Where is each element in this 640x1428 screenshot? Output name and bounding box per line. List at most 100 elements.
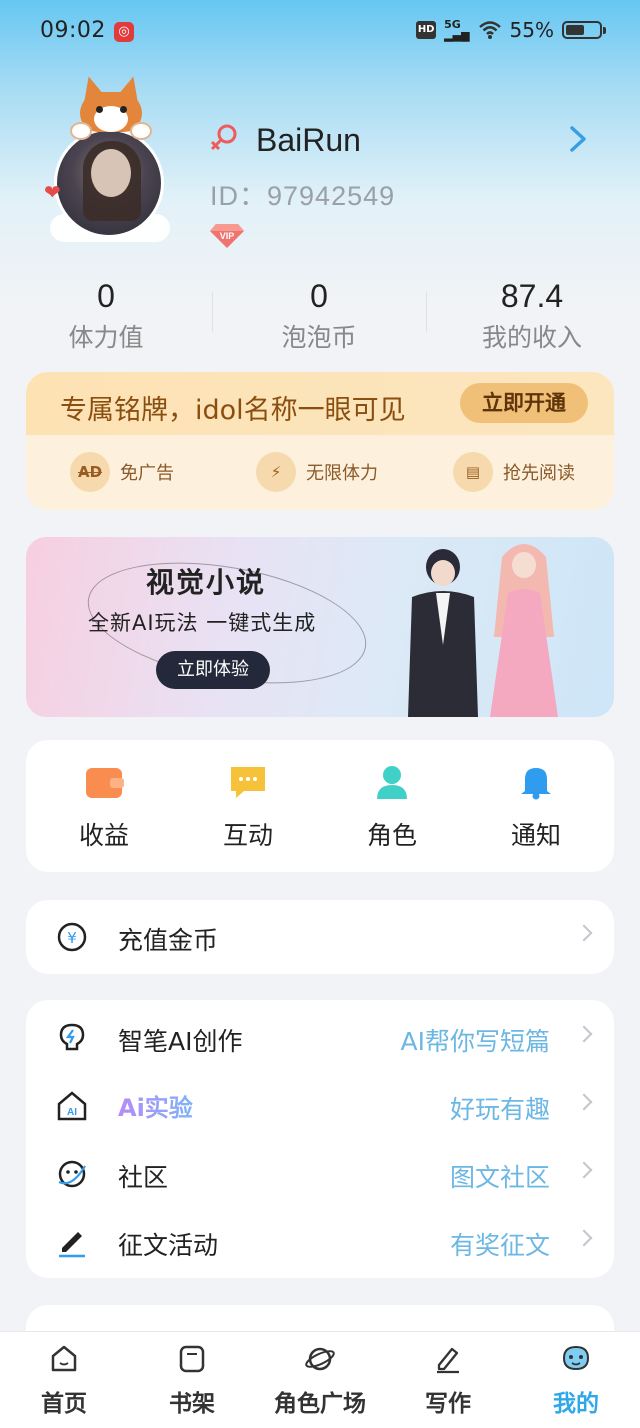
planet-icon xyxy=(305,1347,335,1371)
chevron-right-icon xyxy=(575,1229,593,1247)
lightbulb-icon xyxy=(59,1023,85,1051)
activate-membership-button[interactable]: 立即开通 xyxy=(460,383,588,423)
bottom-tab-bar: 首页 书架 角色广场 写作 我的 xyxy=(0,1331,640,1428)
network-type: 5G xyxy=(444,18,461,31)
stat-label: 体力值 xyxy=(68,323,144,352)
promo-subtitle: 全新AI玩法 一键式生成 xyxy=(88,611,317,635)
svg-text:¥: ¥ xyxy=(67,929,77,947)
perk-label: 无限体力 xyxy=(306,463,378,484)
tab-me[interactable]: 我的 xyxy=(512,1344,640,1418)
planet-icon xyxy=(58,1160,86,1188)
recharge-row[interactable]: ¥ 充值金币 xyxy=(26,903,614,971)
corgi-frame-icon xyxy=(70,73,152,140)
tab-label: 我的 xyxy=(553,1391,599,1417)
recharge-card: ¥ 充值金币 xyxy=(26,900,614,974)
menu-label: 智笔AI创作 xyxy=(118,1027,243,1056)
male-character-illustration xyxy=(408,549,478,717)
perk-label: 抢先阅读 xyxy=(503,463,575,484)
chevron-right-icon xyxy=(575,1093,593,1111)
perk-unlimited-stamina[interactable]: ⚡ 无限体力 xyxy=(256,452,378,492)
menu-item-ai-lab[interactable]: AI Ai实验 好玩有趣 xyxy=(26,1072,614,1140)
quick-label: 角色 xyxy=(366,821,417,850)
menu-hint: 好玩有趣 xyxy=(449,1095,550,1124)
female-gender-icon xyxy=(210,124,237,151)
battery-icon xyxy=(562,21,606,39)
menu-hint: AI帮你写短篇 xyxy=(400,1027,550,1056)
ai-house-icon: AI xyxy=(57,1091,87,1121)
menu-label: 征文活动 xyxy=(118,1231,219,1260)
chat-icon xyxy=(231,767,265,798)
perk-label: 免广告 xyxy=(120,463,174,484)
me-icon xyxy=(562,1345,590,1371)
quick-action-earnings[interactable]: 收益 xyxy=(44,764,164,852)
person-icon xyxy=(377,766,407,799)
battery-level xyxy=(566,25,584,35)
tab-write[interactable]: 写作 xyxy=(384,1344,512,1418)
avatar-photo xyxy=(54,128,164,238)
menu-card: 智笔AI创作 AI帮你写短篇 AI Ai实验 好玩有趣 社区 图文社区 征文活动… xyxy=(26,1000,614,1278)
tab-label: 写作 xyxy=(425,1391,471,1417)
user-id: ID：97942549 xyxy=(210,181,396,211)
stat-value: 0 xyxy=(310,278,328,314)
perk-no-ads[interactable]: AD 免广告 xyxy=(70,452,174,492)
tab-home[interactable]: 首页 xyxy=(0,1344,128,1418)
menu-hint: 图文社区 xyxy=(449,1163,550,1192)
wallet-icon xyxy=(86,768,124,798)
menu-hint: 有奖征文 xyxy=(449,1231,550,1260)
stat-value: 87.4 xyxy=(500,278,564,314)
quick-action-interaction[interactable]: 互动 xyxy=(188,764,308,852)
perk-early-reading[interactable]: ▤ 抢先阅读 xyxy=(453,452,575,492)
netease-music-icon: ◎ xyxy=(114,22,134,42)
menu-item-community[interactable]: 社区 图文社区 xyxy=(26,1140,614,1208)
chevron-right-icon xyxy=(575,924,593,942)
tab-bookshelf[interactable]: 书架 xyxy=(128,1344,256,1418)
avatar[interactable]: ❤ xyxy=(44,72,178,242)
tab-label: 首页 xyxy=(41,1391,87,1417)
promo-title: 视觉小说 xyxy=(146,566,267,599)
vip-label: VIP xyxy=(220,231,235,241)
quick-label: 互动 xyxy=(222,821,273,850)
stat-divider xyxy=(212,292,213,332)
stat-value: 0 xyxy=(97,278,115,314)
stat-label: 泡泡币 xyxy=(281,323,357,352)
battery-percent: 55% xyxy=(509,18,554,42)
chevron-right-icon xyxy=(575,1025,593,1043)
ad-icon: AD xyxy=(70,452,110,492)
vip-diamond-icon[interactable]: VIP xyxy=(210,222,244,248)
visual-novel-banner[interactable]: 视觉小说 全新AI玩法 一键式生成 立即体验 xyxy=(26,537,614,717)
stat-label: 我的收入 xyxy=(481,323,582,352)
recharge-label: 充值金币 xyxy=(118,926,219,955)
chevron-right-icon xyxy=(575,1161,593,1179)
status-icons: HD 5G ▂▄▆ 55% xyxy=(416,18,606,42)
stat-bubble-coins[interactable]: 0 泡泡币 xyxy=(219,276,419,354)
svg-text:AI: AI xyxy=(67,1107,77,1118)
tab-character-plaza[interactable]: 角色广场 xyxy=(256,1344,384,1418)
menu-item-ai-writing[interactable]: 智笔AI创作 AI帮你写短篇 xyxy=(26,1004,614,1072)
menu-item-essay-contest[interactable]: 征文活动 有奖征文 xyxy=(26,1208,614,1276)
signal-icon: 5G ▂▄▆ xyxy=(444,18,470,42)
stat-stamina[interactable]: 0 体力值 xyxy=(6,276,206,354)
home-icon xyxy=(51,1345,77,1372)
quick-label: 收益 xyxy=(78,821,129,850)
try-now-button[interactable]: 立即体验 xyxy=(156,651,270,689)
username: BaiRun xyxy=(256,122,361,158)
menu-label: 社区 xyxy=(118,1163,169,1192)
quick-action-characters[interactable]: 角色 xyxy=(332,764,452,852)
stat-income[interactable]: 87.4 我的收入 xyxy=(432,276,632,354)
lightning-icon: ⚡ xyxy=(256,452,296,492)
write-icon xyxy=(437,1347,459,1374)
membership-title: 专属铭牌，idol名称一眼可见 xyxy=(60,395,406,426)
quick-action-notifications[interactable]: 通知 xyxy=(476,764,596,852)
book-icon: ▤ xyxy=(453,452,493,492)
bookshelf-icon xyxy=(179,1345,205,1373)
quick-actions-card: 收益 互动 角色 通知 xyxy=(26,740,614,872)
membership-banner[interactable]: 专属铭牌，idol名称一眼可见 立即开通 AD 免广告 ⚡ 无限体力 ▤ 抢先阅… xyxy=(26,372,614,510)
hd-icon: HD xyxy=(416,21,437,39)
profile-chevron-right-icon[interactable] xyxy=(566,124,590,154)
quick-label: 通知 xyxy=(510,821,561,850)
bell-icon xyxy=(521,768,551,800)
female-character-illustration xyxy=(490,544,558,717)
status-time: 09:02 xyxy=(40,18,106,43)
tab-label: 书架 xyxy=(169,1391,215,1417)
tab-label: 角色广场 xyxy=(274,1391,366,1417)
